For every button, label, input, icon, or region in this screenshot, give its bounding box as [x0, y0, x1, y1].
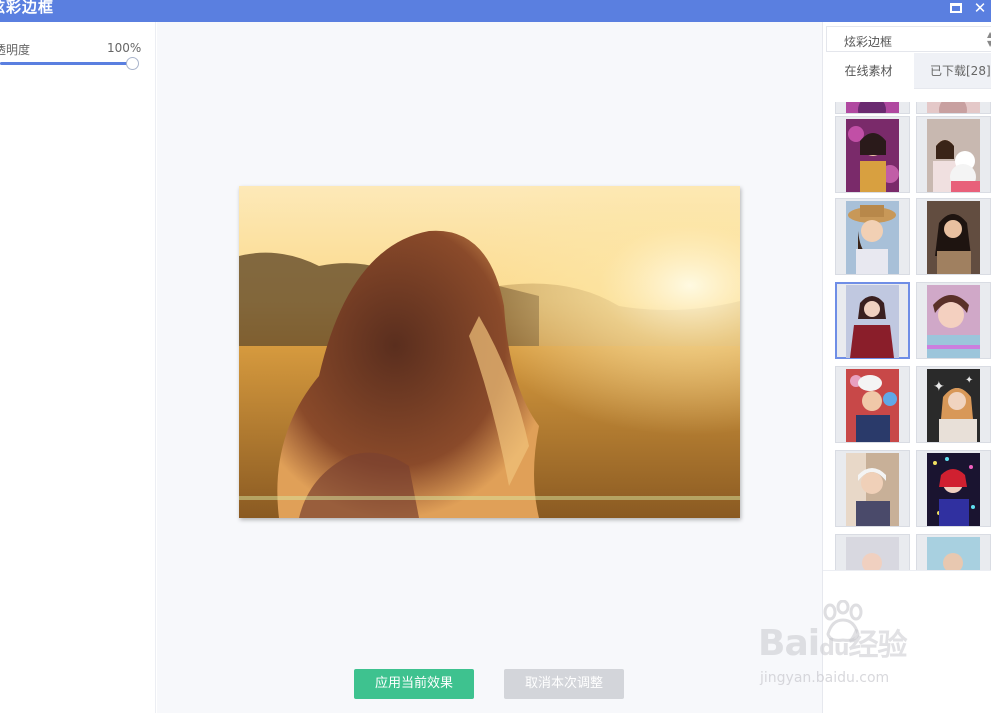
- frame-thumbnail[interactable]: [916, 102, 991, 114]
- preview-image: [239, 186, 740, 518]
- cancel-adjust-button[interactable]: 取消本次调整: [504, 669, 624, 699]
- frame-thumbnail[interactable]: [835, 366, 910, 443]
- opacity-slider-handle[interactable]: [126, 57, 139, 70]
- frame-thumbnail[interactable]: [916, 450, 991, 527]
- frame-thumbnail[interactable]: ✦ ✦: [916, 366, 991, 443]
- frame-category-select[interactable]: 炫彩边框 ▲ ▼: [826, 26, 991, 52]
- tab-online-materials[interactable]: 在线素材: [823, 53, 914, 89]
- frame-thumbnail[interactable]: [916, 282, 991, 359]
- frame-thumbnail[interactable]: [835, 102, 910, 114]
- svg-text:✦: ✦: [965, 375, 973, 386]
- frame-thumbnail[interactable]: [916, 116, 991, 193]
- window-title: 炫彩边框: [0, 0, 55, 16]
- frame-thumbnail-list[interactable]: ✦ ✦: [823, 102, 991, 571]
- tab-downloaded[interactable]: 已下载[28]: [914, 53, 991, 89]
- apply-effect-button[interactable]: 应用当前效果: [354, 669, 474, 699]
- close-icon: ✕: [973, 0, 987, 17]
- frame-thumbnail[interactable]: [835, 534, 910, 570]
- preview-canvas: 应用当前效果 取消本次调整: [157, 22, 822, 713]
- frame-thumbnail[interactable]: [916, 534, 991, 570]
- maximize-icon: [950, 3, 962, 13]
- preview-photo: [239, 186, 740, 518]
- frame-thumbnail[interactable]: [835, 450, 910, 527]
- title-bar: 炫彩边框 ✕: [0, 0, 991, 22]
- material-tabs: 在线素材 已下载[28]: [823, 53, 991, 89]
- frame-thumbnail-selected[interactable]: [835, 282, 910, 359]
- frame-thumbnail[interactable]: [835, 116, 910, 193]
- opacity-label: 透明度: [0, 43, 31, 57]
- opacity-value: 100%: [107, 41, 142, 55]
- material-panel: 炫彩边框 ▲ ▼ 在线素材 已下载[28] ✦ ✦: [822, 22, 991, 713]
- frame-category-value: 炫彩边框: [844, 35, 893, 49]
- opacity-slider-track[interactable]: [0, 62, 132, 65]
- maximize-button[interactable]: [946, 0, 966, 16]
- frame-thumbnail[interactable]: [835, 198, 910, 275]
- close-button[interactable]: ✕: [970, 0, 990, 16]
- select-arrows-icon: ▲ ▼: [987, 30, 991, 48]
- adjust-panel: 透明度 100%: [0, 22, 156, 713]
- svg-text:✦: ✦: [933, 379, 945, 395]
- frame-thumbnail[interactable]: [916, 198, 991, 275]
